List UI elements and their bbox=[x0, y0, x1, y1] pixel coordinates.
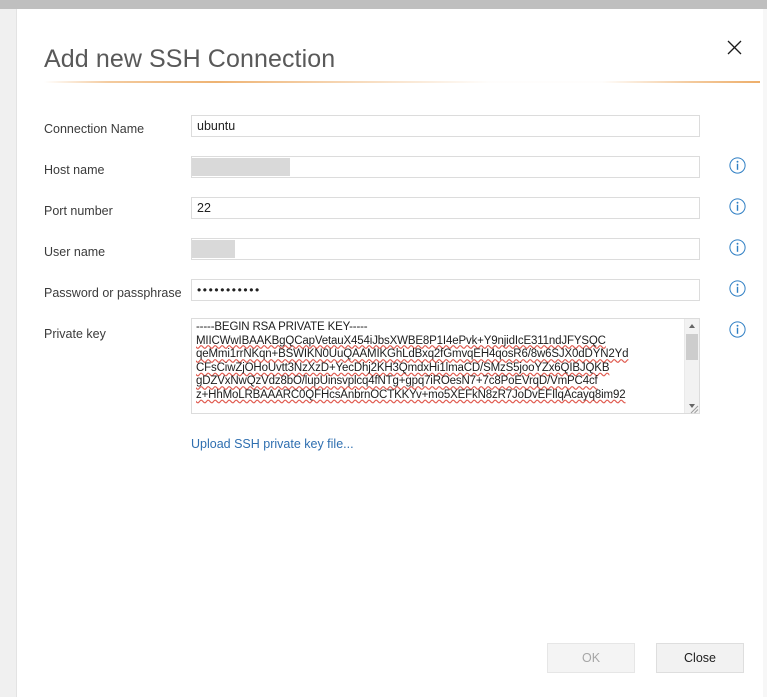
private-key-line: MIICWwIBAAKBgQCapVetauX454iJbsXWBE8P1I4e… bbox=[196, 334, 606, 347]
label-user-name: User name bbox=[44, 245, 106, 259]
dialog-header: Add new SSH Connection bbox=[44, 43, 744, 75]
title-underline-rule bbox=[44, 81, 760, 83]
field-row-user-name: User name bbox=[17, 236, 763, 277]
password-info-icon[interactable] bbox=[729, 280, 746, 297]
scrollbar-thumb[interactable] bbox=[686, 334, 698, 360]
label-port-number: Port number bbox=[44, 204, 113, 218]
label-connection-name: Connection Name bbox=[44, 122, 145, 136]
private-key-textarea-wrap: -----BEGIN RSA PRIVATE KEY----- MIICWwIB… bbox=[191, 318, 700, 414]
user-name-input[interactable] bbox=[191, 238, 700, 260]
private-key-line: qeMmi1rrNKqn+BSWIKN0UuQAAMIKGhLdBxq2fGmv… bbox=[196, 348, 629, 361]
label-host-name: Host name bbox=[44, 163, 105, 177]
dialog-content: Add new SSH Connection Connection Name H… bbox=[17, 9, 763, 697]
port-number-input[interactable] bbox=[191, 197, 700, 219]
label-private-key: Private key bbox=[44, 327, 106, 341]
ok-button[interactable]: OK bbox=[547, 643, 635, 673]
private-key-line: gDZVxNwQzVdz8bO/lupUinsvplcq4fNTg+gpq7iR… bbox=[196, 375, 598, 388]
label-password: Password or passphrase bbox=[44, 286, 182, 300]
password-input[interactable] bbox=[191, 279, 700, 301]
user-name-info-icon[interactable] bbox=[729, 239, 746, 256]
field-row-port-number: Port number bbox=[17, 195, 763, 236]
private-key-line: z+HhMoLRBAAARC0QFHcsAnbrnOCTKKYv+mo5XEFk… bbox=[196, 388, 626, 401]
dialog-footer: OK Close bbox=[17, 643, 763, 675]
port-number-info-icon[interactable] bbox=[729, 198, 746, 215]
connection-form: Connection Name Host name Port num bbox=[17, 113, 763, 477]
window-left-gutter bbox=[0, 9, 17, 697]
private-key-line: CFsCiwZjOHoUvtt3NzXzD+YecDhj2KH3QmdxHi1l… bbox=[196, 361, 610, 374]
scroll-up-arrow-icon[interactable] bbox=[685, 319, 699, 333]
ssh-connection-dialog: Add new SSH Connection Connection Name H… bbox=[0, 0, 767, 697]
window-right-gutter bbox=[763, 9, 767, 697]
host-name-input[interactable] bbox=[191, 156, 700, 178]
close-button[interactable]: Close bbox=[656, 643, 744, 673]
connection-name-input[interactable] bbox=[191, 115, 700, 137]
field-row-connection-name: Connection Name bbox=[17, 113, 763, 154]
field-row-host-name: Host name bbox=[17, 154, 763, 195]
private-key-scrollbar[interactable] bbox=[684, 319, 699, 413]
page-title: Add new SSH Connection bbox=[44, 45, 336, 73]
private-key-info-icon[interactable] bbox=[729, 321, 746, 338]
private-key-textarea[interactable]: -----BEGIN RSA PRIVATE KEY----- MIICWwIB… bbox=[191, 318, 700, 414]
textarea-resize-handle[interactable] bbox=[687, 401, 699, 414]
upload-ssh-private-key-link[interactable]: Upload SSH private key file... bbox=[191, 436, 354, 452]
private-key-line: -----BEGIN RSA PRIVATE KEY----- bbox=[196, 321, 368, 333]
host-name-info-icon[interactable] bbox=[729, 157, 746, 174]
field-row-upload-link: Upload SSH private key file... bbox=[17, 436, 763, 477]
field-row-password: Password or passphrase bbox=[17, 277, 763, 318]
field-row-private-key: Private key -----BEGIN RSA PRIVATE KEY--… bbox=[17, 318, 763, 436]
window-title-bar bbox=[0, 0, 767, 9]
